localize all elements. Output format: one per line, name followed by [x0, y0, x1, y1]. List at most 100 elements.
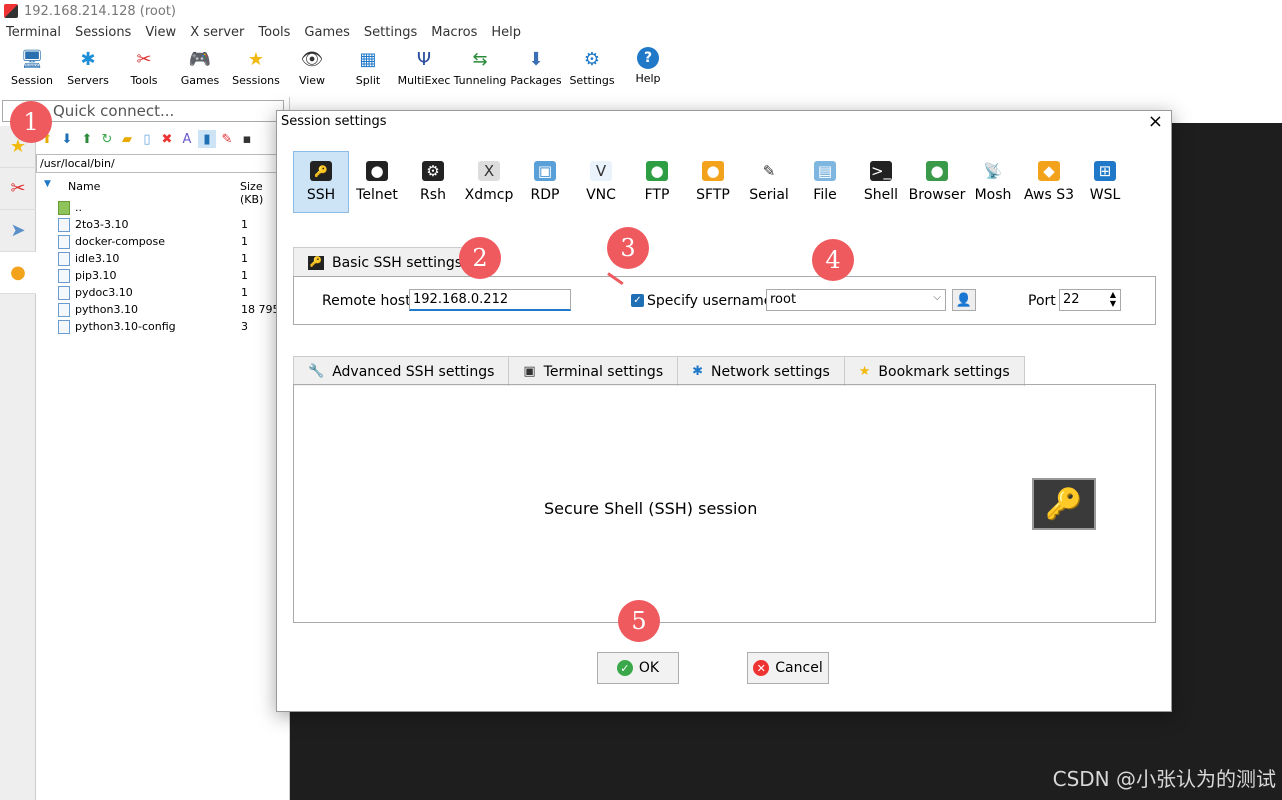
chevron-down-icon: ⌵	[933, 292, 941, 303]
path-field[interactable]: /usr/local/bin/	[36, 154, 280, 173]
toolbar-view-button[interactable]: 👁 View	[284, 44, 340, 94]
protocol-shell[interactable]: >_ Shell	[853, 151, 909, 213]
follow-terminal-icon[interactable]: ▮	[198, 130, 216, 148]
protocol-label: Serial	[749, 187, 789, 203]
menu-terminal[interactable]: Terminal	[6, 25, 61, 40]
menu-help[interactable]: Help	[491, 25, 521, 40]
protocol-label: Shell	[863, 187, 899, 203]
remote-host-input[interactable]: 192.168.0.212	[409, 289, 571, 311]
toolbar-multiexec-button[interactable]: Ψ MultiExec	[396, 44, 452, 94]
protocol-label: VNC	[586, 187, 616, 203]
toolbar-split-button[interactable]: ▦ Split	[340, 44, 396, 94]
protocol-list: 🔑 SSH ● Telnet ⚙ Rsh X Xdmcp ▣ RDP V VNC ● FTP ● SFTP ✎ S…	[293, 151, 1133, 215]
toolbar-session-button[interactable]: 🖥 Session	[4, 44, 60, 94]
file-size: 3	[241, 320, 248, 333]
toolbar-packages-button[interactable]: ⬇ Packages	[508, 44, 564, 94]
protocol-ftp[interactable]: ● FTP	[629, 151, 685, 213]
port-input[interactable]: 22 ▲ ▼	[1059, 289, 1121, 311]
menu-tools[interactable]: Tools	[258, 25, 290, 40]
protocol-aws-s3[interactable]: ◆ Aws S3	[1021, 151, 1077, 213]
toolbar-sessions-button[interactable]: ★ Sessions	[228, 44, 284, 94]
cancel-label: Cancel	[775, 660, 823, 676]
ok-button[interactable]: ✓ OK	[597, 652, 679, 684]
tab-terminal-settings[interactable]: ▣ Terminal settings	[508, 356, 678, 386]
session-icon: 🖥	[20, 48, 44, 70]
sidebar-tab-sftp[interactable]: ●	[0, 252, 36, 294]
protocol-sftp[interactable]: ● SFTP	[685, 151, 741, 213]
tools-icon: ✂	[10, 178, 26, 199]
sort-arrow-icon: ▼	[44, 179, 51, 189]
file-row[interactable]: pip3.10 1	[58, 267, 280, 284]
protocol-wsl[interactable]: ⊞ WSL	[1077, 151, 1133, 213]
split-icon: ▦	[359, 48, 377, 70]
port-label: Port	[1028, 293, 1056, 309]
toolbar-label: Settings	[569, 74, 615, 87]
magic-wand-icon[interactable]: ✎	[218, 130, 236, 148]
protocol-telnet[interactable]: ● Telnet	[349, 151, 405, 213]
file-row[interactable]: python3.10-config 3	[58, 318, 280, 335]
protocol-vnc[interactable]: V VNC	[573, 151, 629, 213]
toolbar-label: Games	[180, 74, 220, 87]
tab-network-settings[interactable]: ✱ Network settings	[677, 356, 844, 386]
refresh-icon[interactable]: ↻	[98, 130, 116, 148]
protocol-rdp[interactable]: ▣ RDP	[517, 151, 573, 213]
file-row[interactable]: ..	[58, 199, 280, 216]
delete-icon[interactable]: ✖	[158, 130, 176, 148]
rename-icon[interactable]: A	[178, 130, 196, 148]
stepper-icon[interactable]: ▲ ▼	[1110, 290, 1116, 308]
file-row[interactable]: idle3.10 1	[58, 250, 280, 267]
toolbar-games-button[interactable]: 🎮 Games	[172, 44, 228, 94]
new-folder-icon[interactable]: ▰	[118, 130, 136, 148]
toolbar-tools-button[interactable]: ✂ Tools	[116, 44, 172, 94]
toolbar-servers-button[interactable]: ✱ Servers	[60, 44, 116, 94]
menu-games[interactable]: Games	[304, 25, 349, 40]
toolbar-settings-button[interactable]: ⚙ Settings	[564, 44, 620, 94]
specify-username-checkbox[interactable]: ✓	[631, 294, 644, 307]
file-name: python3.10-config	[75, 320, 176, 333]
menu-x-server[interactable]: X server	[190, 25, 244, 40]
protocol-label: Mosh	[974, 187, 1012, 203]
toolbar-label: Split	[355, 74, 381, 87]
file-row[interactable]: pydoc3.10 1	[58, 284, 280, 301]
file-name: 2to3-3.10	[75, 218, 129, 231]
protocol-xdmcp[interactable]: X Xdmcp	[461, 151, 517, 213]
column-name[interactable]: Name	[68, 180, 100, 193]
new-file-icon[interactable]: ▯	[138, 130, 156, 148]
terminal-small-icon[interactable]: ▪	[238, 130, 256, 148]
tab-bookmark-settings[interactable]: ★ Bookmark settings	[843, 356, 1025, 386]
menu-sessions[interactable]: Sessions	[75, 25, 131, 40]
file-row[interactable]: docker-compose 1	[58, 233, 280, 250]
upload-icon[interactable]: ⬆	[78, 130, 96, 148]
sidebar-tabs: ★ ✂ ➤ ●	[0, 126, 36, 800]
sidebar-tab-tools[interactable]: ✂	[0, 168, 36, 210]
file-row[interactable]: 2to3-3.10 1	[58, 216, 280, 233]
file-icon: ▤	[814, 161, 836, 181]
protocol-file[interactable]: ▤ File	[797, 151, 853, 213]
tab-label: Basic SSH settings	[332, 254, 463, 271]
toolbar-help-button[interactable]: ? Help	[620, 44, 676, 94]
download-icon[interactable]: ⬇	[58, 130, 76, 148]
menu-settings[interactable]: Settings	[364, 25, 417, 40]
star-icon: ★	[247, 48, 265, 70]
protocol-mosh[interactable]: 📡 Mosh	[965, 151, 1021, 213]
cancel-button[interactable]: ✕ Cancel	[747, 652, 829, 684]
file-icon	[58, 285, 70, 300]
tab-basic-ssh-settings[interactable]: 🔑 Basic SSH settings	[293, 247, 478, 277]
protocol-ssh[interactable]: 🔑 SSH	[293, 151, 349, 213]
menu-macros[interactable]: Macros	[431, 25, 477, 40]
protocol-browser[interactable]: ● Browser	[909, 151, 965, 213]
tab-advanced-ssh-settings[interactable]: 🔧 Advanced SSH settings	[293, 356, 509, 386]
user-manager-button[interactable]: 👤	[952, 289, 976, 311]
protocol-rsh[interactable]: ⚙ Rsh	[405, 151, 461, 213]
protocol-serial[interactable]: ✎ Serial	[741, 151, 797, 213]
tab-label: Advanced SSH settings	[332, 363, 495, 380]
toolbar-tunneling-button[interactable]: ⇆ Tunneling	[452, 44, 508, 94]
menu-view[interactable]: View	[145, 25, 176, 40]
sidebar-tab-macros[interactable]: ➤	[0, 210, 36, 252]
file-row[interactable]: python3.10 18 795	[58, 301, 280, 318]
xdmcp-icon: X	[478, 161, 500, 181]
close-icon[interactable]: ×	[1148, 111, 1163, 132]
user-icon: 👤	[955, 292, 973, 308]
username-select[interactable]: root ⌵	[766, 289, 946, 311]
specify-username-label[interactable]: Specify username	[647, 293, 772, 309]
